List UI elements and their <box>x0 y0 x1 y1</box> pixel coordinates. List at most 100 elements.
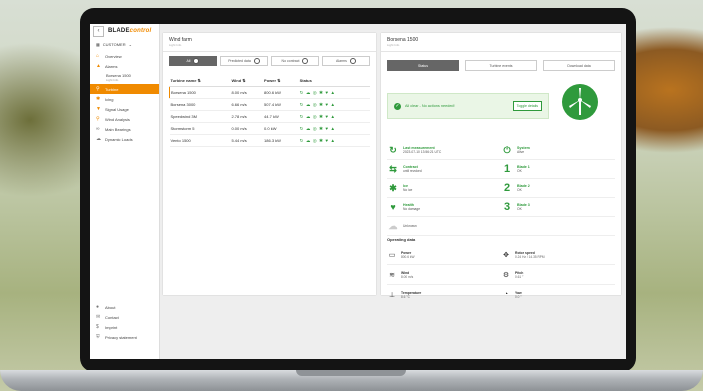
laptop-notch <box>296 370 406 376</box>
filter-all[interactable]: All <box>169 56 217 66</box>
rotor-icon: ✥ <box>503 251 509 259</box>
filter-alarms[interactable]: Alarms <box>322 56 370 66</box>
status-blade-1: 1 Blade 1 OK <box>501 163 615 175</box>
blade-1-number: 1 <box>503 163 511 175</box>
search-icon: ⚲ <box>96 85 100 92</box>
nav-item-borsena-1500[interactable]: Borsena 1500 Light Info <box>90 71 159 84</box>
table-row[interactable]: Speedwind 3M 2.78 m/s 44.7 kW ↻ ☁ ◎ ✱ ♥ … <box>169 110 370 123</box>
op-rotor-speed: ✥ Rotor speed 0.24 Hz / 14.35 RPM <box>501 251 615 259</box>
divider <box>163 51 376 52</box>
detail-title: Borsena 1500 <box>387 37 419 43</box>
power-icon: ⏻ <box>503 144 511 155</box>
home-icon: ⌂ <box>96 52 100 59</box>
mail-icon: ✉ <box>96 313 101 320</box>
dollar-icon: $ <box>96 323 99 330</box>
status-last-measurement: ↻ Last measurement 2023-07-10 13:56:21 UT… <box>387 145 501 156</box>
blade-2-number: 2 <box>503 182 511 194</box>
status-grid: ↻ Last measurement 2023-07-10 13:56:21 UT… <box>387 141 615 236</box>
op-pitch: ⚙ Pitch 0.61 ° <box>502 270 524 279</box>
nav-item-dynamic-loads[interactable]: ☁ Dynamic Loads <box>90 134 159 144</box>
status-icons: ↻ ☁ ◎ ✱ ♥ ▲ <box>298 86 370 99</box>
status-blade-2: 2 Blade 2 OK <box>501 182 615 194</box>
turbine-table: Turbine name ⇅ Wind ⇅ Power ⇅ Status Bor… <box>169 74 370 147</box>
compass-icon: ◔ <box>503 291 509 298</box>
tab-download-data[interactable]: Download data <box>543 60 615 71</box>
nav-item-main-bearings[interactable]: ∞ Main Bearings <box>90 124 159 134</box>
nav-item-turbine[interactable]: ⚲ Turbine <box>90 84 159 94</box>
detail-subtitle: Light Info <box>387 43 400 47</box>
radio-icon <box>253 58 260 64</box>
building-icon: ▦ <box>96 42 100 47</box>
nav-item-signal-usage[interactable]: ▼ Signal Usage <box>90 104 159 114</box>
op-temperature: ⊥ Temperature 8.6 °C <box>388 290 422 299</box>
footer-link-privacy[interactable]: ⛨ Privacy statement <box>90 332 159 342</box>
table-row[interactable]: Vento 1500 5.44 m/s 186.3 kW ↻ ☁ ◎ ✱ ♥ ▲ <box>169 134 370 147</box>
status-icons: ↻ ☁ ◎ ✱ ♥ ▲ <box>298 110 370 123</box>
radio-icon <box>302 58 309 64</box>
shield-icon: ⛨ <box>96 333 100 340</box>
col-power[interactable]: Power ⇅ <box>263 74 299 87</box>
status-icons: ↻ ☁ ◎ ✱ ♥ ▲ <box>298 134 370 147</box>
op-power: ▭ Power 800.6 kW <box>388 250 415 259</box>
wind-farm-panel: Wind farm Light Info All Predicted data … <box>163 33 376 295</box>
tab-status[interactable]: Status <box>387 60 459 71</box>
thermometer-icon: ⊥ <box>388 291 396 299</box>
operating-data-grid: ▭ Power 800.6 kW ✥ Rotor speed 0.24 Hz / 1… <box>387 245 615 305</box>
info-icon: ● <box>96 303 100 310</box>
chevron-down-icon: ⌄ <box>128 42 132 47</box>
col-status[interactable]: Status <box>298 74 370 87</box>
nav-item-overview[interactable]: ⌂ Overview <box>90 51 159 61</box>
heart-icon: ♥ <box>390 202 396 212</box>
tab-turbine-events[interactable]: Turbine events <box>465 60 537 71</box>
bearing-icon: ∞ <box>96 125 100 132</box>
radio-icon <box>349 58 356 64</box>
bell-icon: ▲ <box>96 62 101 69</box>
table-row[interactable]: Stormstorm 5 0.00 m/s 0.0 kW ↻ ☁ ◎ ✱ ♥ ▲ <box>169 122 370 135</box>
filter-no-contract[interactable]: No contract <box>271 56 319 66</box>
nav-item-wind-analysis[interactable]: ⚲ Wind Analysis <box>90 114 159 124</box>
nav-item-icing[interactable]: ✱ Icing <box>90 94 159 104</box>
status-icons: ↻ ☁ ◎ ✱ ♥ ▲ <box>298 98 370 111</box>
col-wind[interactable]: Wind ⇅ <box>230 74 264 87</box>
cloud-icon: ☁ <box>388 220 398 231</box>
toggle-details-button[interactable]: Toggle details <box>512 101 542 111</box>
sidebar-footer: ● About ✉ Contact $ Imprint ⛨ Privacy statem… <box>90 302 159 342</box>
footer-link-about[interactable]: ● About <box>90 302 159 312</box>
operating-data-title: Operating data <box>387 237 416 242</box>
filter-bar: All Predicted data No contract Alarms <box>163 56 376 66</box>
detail-tabs: Status Turbine events Download data <box>381 60 621 71</box>
gear-icon: ⚙ <box>502 271 510 279</box>
status-alert: ✓ All clear - No actions needed! Toggle … <box>387 93 549 119</box>
col-turbine-name[interactable]: Turbine name ⇅ <box>169 74 231 87</box>
status-blade-3: 3 Blade 3 OK <box>501 201 615 213</box>
wind-farm-title: Wind farm <box>169 37 192 43</box>
back-button[interactable]: ‹ <box>93 25 104 37</box>
turbine-detail-panel: Borsena 1500 Light Info Status Turbine e… <box>381 33 621 305</box>
table-row[interactable]: Borsena 1500 8.00 m/s 800.6 kW ↻ ☁ ◎ ✱ ♥… <box>169 86 370 99</box>
status-system: ⏻ System Alive <box>501 145 615 156</box>
logo: BLADEcontrol <box>108 28 152 34</box>
table-row[interactable]: Borsena 3000 6.66 m/s 507.4 kW ↻ ☁ ◎ ✱ ♥… <box>169 98 370 111</box>
snowflake-icon: ✱ <box>389 182 397 193</box>
status-contract: ⇆ Contract until revoked <box>387 164 501 175</box>
check-icon: ✓ <box>394 102 401 110</box>
footer-link-contact[interactable]: ✉ Contact <box>90 312 159 322</box>
op-yaw: ◔ Yaw 0.0 ° <box>501 291 615 299</box>
radio-icon <box>193 58 200 64</box>
sidebar: ‹ BLADEcontrol ▦ CUSTOMER ⌄ ⌂ Overview ▲ A… <box>90 24 160 359</box>
wind-turbine-icon <box>562 84 598 120</box>
status-icons: ↻ ☁ ◎ ✱ ♥ ▲ <box>298 122 370 135</box>
customer-selector[interactable]: ▦ CUSTOMER ⌄ <box>90 38 159 51</box>
wind-farm-subtitle: Light Info <box>169 43 182 47</box>
nav-list: ⌂ Overview ▲ Alarms Borsena 1500 Light Info… <box>90 51 159 144</box>
filter-predicted-data[interactable]: Predicted data <box>220 56 268 66</box>
status-unknown: ☁ Unknown <box>388 220 417 231</box>
divider <box>381 51 621 52</box>
wind-icon: ≋ <box>389 271 395 279</box>
nav-item-alarms[interactable]: ▲ Alarms <box>90 61 159 71</box>
footer-link-imprint[interactable]: $ Imprint <box>90 322 159 332</box>
app-screen: ‹ BLADEcontrol ▦ CUSTOMER ⌄ ⌂ Overview ▲ A… <box>90 24 626 359</box>
op-wind: ≋ Wind 8.00 m/s <box>387 271 501 279</box>
clock-icon: ↻ <box>389 144 397 155</box>
status-health: ♥ Health No damage <box>387 202 501 212</box>
